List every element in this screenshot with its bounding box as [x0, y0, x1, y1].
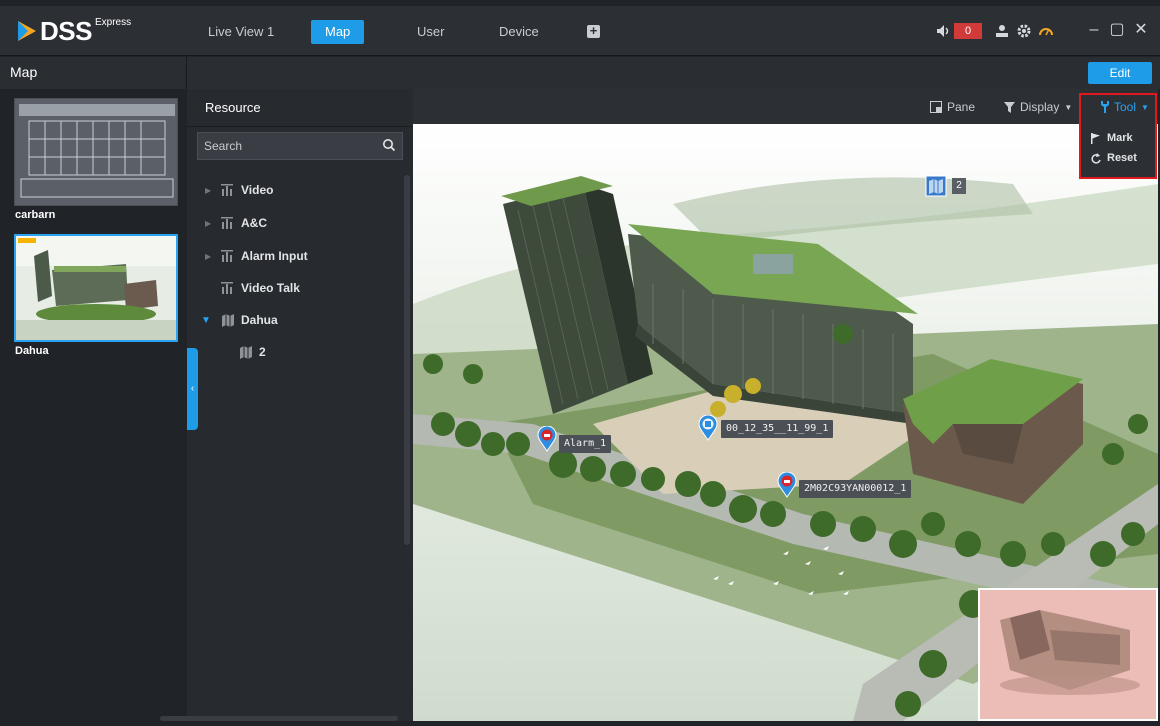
- map-icon: [240, 346, 252, 359]
- carbarn-floorplan-image: [15, 99, 177, 205]
- alarm-count-badge[interactable]: 0: [954, 23, 982, 39]
- tab-live-view[interactable]: Live View 1: [198, 20, 284, 44]
- tree-label-video: Video: [241, 183, 274, 197]
- pane-button[interactable]: Pane: [930, 99, 975, 115]
- collapse-arrow-icon[interactable]: ▼: [201, 315, 211, 326]
- tab-user[interactable]: User: [407, 20, 454, 44]
- tree-item-ac[interactable]: ▶ A&C: [205, 213, 267, 233]
- add-tab-button[interactable]: +: [587, 24, 600, 38]
- marker-label-camera[interactable]: 00_12_35__11_99_1: [721, 420, 834, 438]
- alarm-marker-icon[interactable]: [537, 426, 557, 452]
- search-input[interactable]: [197, 132, 403, 160]
- horizontal-scrollbar[interactable]: [160, 716, 398, 721]
- logo-edition: Express: [94, 16, 132, 28]
- marker-label-alarm-1[interactable]: Alarm_1: [559, 435, 612, 453]
- expand-arrow-icon[interactable]: ▶: [205, 252, 213, 261]
- display-label: Display: [1020, 100, 1060, 114]
- tab-device[interactable]: Device: [489, 20, 549, 44]
- submap-icon[interactable]: [925, 175, 947, 197]
- map-view[interactable]: 2 Alarm_1 00_12_35__11_99_1 2M02C93YAN00…: [413, 89, 1158, 721]
- tab-map[interactable]: Map: [311, 20, 365, 44]
- user-icon[interactable]: [994, 23, 1010, 39]
- header-divider: [186, 57, 187, 89]
- performance-icon[interactable]: [1038, 23, 1054, 39]
- expand-arrow-icon[interactable]: ▶: [205, 219, 213, 228]
- pane-icon: [930, 101, 942, 113]
- tree-item-video[interactable]: ▶ Video: [205, 180, 273, 200]
- display-button[interactable]: Display ▼: [1004, 99, 1072, 115]
- resource-scrollbar[interactable]: [404, 175, 410, 545]
- resource-title-divider: [187, 126, 413, 127]
- current-map-flag: [18, 238, 36, 243]
- submap-count-label: 2: [952, 178, 966, 194]
- resource-panel: Resource ▶ Video ▶ A&C ▶ Alarm Input Vid…: [187, 89, 413, 721]
- close-button[interactable]: ✕: [1132, 20, 1150, 40]
- thumbnail-label-carbarn: carbarn: [15, 209, 56, 221]
- pane-label: Pane: [947, 100, 976, 114]
- gear-icon[interactable]: [1016, 23, 1032, 39]
- dss-logo: DSS Express: [16, 16, 131, 46]
- search-icon[interactable]: [382, 138, 396, 152]
- minimap-image: [980, 590, 1156, 719]
- collapse-panel-button[interactable]: ‹: [187, 348, 198, 430]
- tree-label-dahua: Dahua: [241, 313, 278, 327]
- logo-text: DSS: [40, 15, 92, 46]
- tree-label-submap: 2: [259, 345, 266, 359]
- tree-item-submap-2[interactable]: 2: [239, 342, 266, 362]
- thumbnail-label-dahua: Dahua: [15, 345, 49, 357]
- resource-title: Resource: [205, 100, 261, 115]
- map-toolbar: Pane Display ▼ Tool ▼: [413, 89, 1158, 124]
- tree-label-video-talk: Video Talk: [241, 281, 300, 295]
- expand-arrow-icon[interactable]: ▶: [205, 186, 213, 195]
- channel-group-icon: [221, 282, 233, 294]
- tree-item-video-talk[interactable]: Video Talk: [221, 278, 300, 298]
- dss-logo-icon: [18, 21, 36, 41]
- tree-label-ac: A&C: [241, 216, 267, 230]
- tree-label-alarm-input: Alarm Input: [241, 249, 308, 263]
- top-bar: DSS Express Live View 1 Map User Device …: [0, 6, 1160, 56]
- app-window: DSS Express Live View 1 Map User Device …: [0, 0, 1160, 726]
- marker-label-alarm-2[interactable]: 2M02C93YAN00012_1: [799, 480, 912, 498]
- tool-highlight-box: [1079, 93, 1157, 179]
- channel-group-icon: [221, 217, 233, 229]
- map-icon: [222, 314, 234, 327]
- map-thumbnail-list: carbarn Dahua: [8, 90, 187, 720]
- filter-icon: [1004, 101, 1015, 113]
- camera-marker-icon[interactable]: [698, 415, 718, 441]
- minimap-overview[interactable]: [978, 588, 1158, 721]
- page-title: Map: [10, 64, 38, 80]
- tree-item-alarm-input[interactable]: ▶ Alarm Input: [205, 246, 308, 266]
- channel-group-icon: [221, 184, 233, 196]
- alarm-marker-icon[interactable]: [777, 472, 797, 498]
- map-thumbnail-dahua[interactable]: [14, 234, 178, 342]
- display-dropdown-icon: ▼: [1064, 102, 1073, 112]
- edit-button[interactable]: Edit: [1088, 62, 1152, 84]
- minimize-button[interactable]: –: [1085, 20, 1103, 40]
- speaker-icon[interactable]: [935, 23, 951, 39]
- channel-group-icon: [221, 250, 233, 262]
- map-thumbnail-carbarn[interactable]: [14, 98, 178, 206]
- maximize-button[interactable]: ▢: [1108, 20, 1126, 40]
- tree-item-dahua-map[interactable]: ▼ Dahua: [201, 310, 278, 330]
- dahua-campus-image: [16, 236, 176, 340]
- map-header-bar: Map: [0, 57, 1160, 89]
